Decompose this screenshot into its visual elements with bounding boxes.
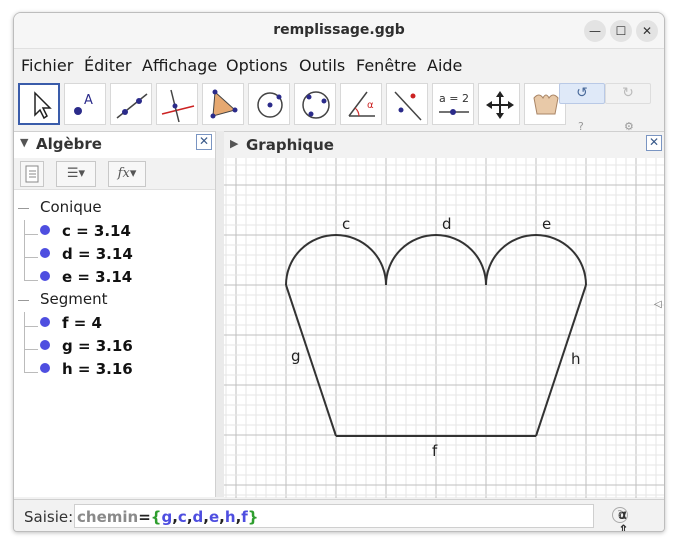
- collapse-conique-icon[interactable]: [18, 208, 29, 219]
- title-bar: remplissage.ggb — ☐ ✕: [14, 13, 664, 49]
- algebra-view: ▼ Algèbre ✕ ☰▾ fx▾ Conique c = 3.14 d = …: [14, 131, 216, 497]
- algebra-title: Algèbre: [36, 135, 102, 153]
- tool-move-graphics[interactable]: [478, 83, 520, 125]
- sort-button[interactable]: ☰▾: [56, 161, 96, 187]
- label-h: h: [571, 350, 581, 368]
- tool-perpendicular[interactable]: [156, 83, 198, 125]
- list-item[interactable]: g = 3.16: [40, 337, 133, 355]
- menu-editer[interactable]: Éditer: [84, 56, 131, 75]
- list-item[interactable]: e = 3.14: [40, 268, 132, 286]
- menu-fichier[interactable]: Fichier: [21, 56, 73, 75]
- menu-fenetre[interactable]: Fenêtre: [356, 56, 417, 75]
- redo-button[interactable]: ↻: [605, 83, 651, 104]
- group-segment[interactable]: Segment: [40, 290, 108, 308]
- graphics-view: ▶ Graphique ✕ c d e g h f: [224, 131, 665, 498]
- auxiliary-objects-button[interactable]: [20, 161, 44, 187]
- visibility-dot-icon[interactable]: [40, 271, 50, 281]
- undo-button[interactable]: ↺: [559, 83, 605, 104]
- visibility-dot-icon[interactable]: [40, 248, 50, 258]
- expand-triangle-icon[interactable]: ▶: [230, 137, 238, 150]
- input-label: Saisie:: [24, 508, 74, 526]
- panel-splitter[interactable]: [216, 131, 224, 497]
- tool-line[interactable]: [110, 83, 152, 125]
- input-bar: Saisie: chemin={g,c,d,e,h,f} α ⇕ ?: [14, 499, 664, 531]
- collapse-triangle-icon[interactable]: ▼: [20, 136, 28, 149]
- menu-affichage[interactable]: Affichage: [142, 56, 217, 75]
- side-panel-arrow-icon[interactable]: ◁: [654, 299, 662, 310]
- circle-three-points-icon: [302, 91, 330, 119]
- menu-bar: Fichier Éditer Affichage Options Outils …: [14, 50, 664, 78]
- tool-polygon[interactable]: [202, 83, 244, 125]
- input-field[interactable]: chemin={g,c,d,e,h,f} α ⇕: [74, 504, 629, 531]
- menu-outils[interactable]: Outils: [299, 56, 345, 75]
- tool-move[interactable]: [18, 83, 60, 125]
- sort-icon: ☰▾: [66, 166, 86, 181]
- algebra-toolbar: ☰▾ fx▾: [14, 158, 215, 190]
- angle-icon: α: [348, 91, 375, 117]
- maximize-button[interactable]: ☐: [610, 20, 632, 42]
- graphics-title: Graphique: [246, 136, 334, 154]
- line-icon: [116, 93, 148, 119]
- label-f: f: [432, 442, 438, 460]
- slider-tool-label: a = 2: [439, 92, 469, 105]
- visibility-dot-icon[interactable]: [40, 340, 50, 350]
- svg-text:A: A: [84, 93, 93, 108]
- document-icon: [25, 165, 39, 183]
- tool-angle[interactable]: α: [340, 83, 382, 125]
- input-text: chemin={g,c,d,e,h,f}: [77, 508, 259, 526]
- tool-slider[interactable]: a = 2: [432, 83, 474, 125]
- geogebra-window: remplissage.ggb — ☐ ✕ Fichier Éditer Aff…: [13, 12, 665, 532]
- tool-reflect[interactable]: [386, 83, 428, 125]
- algebra-header: ▼ Algèbre ✕: [14, 132, 215, 156]
- minimize-button[interactable]: —: [584, 20, 606, 42]
- perpendicular-icon: [161, 89, 195, 123]
- tool-circle-center[interactable]: [248, 83, 290, 125]
- point-icon: A: [74, 93, 93, 115]
- window-title: remplissage.ggb: [273, 22, 405, 38]
- visibility-dot-icon[interactable]: [40, 317, 50, 327]
- label-d: d: [442, 215, 452, 233]
- circle-center-icon: [257, 92, 283, 118]
- move-graphics-icon: [486, 91, 514, 119]
- polygon-icon: [210, 89, 238, 119]
- graphics-canvas[interactable]: c d e g h f: [224, 158, 665, 498]
- fx-label: fx: [117, 166, 130, 181]
- graphics-header: ▶ Graphique ✕: [224, 132, 664, 158]
- list-item[interactable]: h = 3.16: [40, 360, 133, 378]
- reflect-icon: [394, 91, 422, 121]
- visibility-dot-icon[interactable]: [40, 225, 50, 235]
- svg-text:α: α: [367, 100, 374, 111]
- close-button[interactable]: ✕: [636, 20, 658, 42]
- fx-button[interactable]: fx▾: [108, 161, 146, 187]
- move-icon: [34, 91, 52, 120]
- label-e: e: [542, 215, 551, 233]
- slider-icon: a = 2: [439, 92, 469, 115]
- algebra-close-button[interactable]: ✕: [196, 134, 212, 150]
- input-help-icon[interactable]: ?: [612, 507, 628, 523]
- tool-point[interactable]: A: [64, 83, 106, 125]
- list-item[interactable]: f = 4: [40, 314, 102, 332]
- label-c: c: [342, 215, 350, 233]
- group-conique[interactable]: Conique: [40, 198, 102, 216]
- grid: [224, 158, 664, 498]
- collapse-segment-icon[interactable]: [18, 300, 29, 311]
- menu-options[interactable]: Options: [226, 56, 288, 75]
- tool-circle-three-points[interactable]: [294, 83, 336, 125]
- visibility-dot-icon[interactable]: [40, 363, 50, 373]
- label-g: g: [291, 347, 301, 365]
- list-item[interactable]: c = 3.14: [40, 222, 131, 240]
- graphics-close-button[interactable]: ✕: [646, 135, 662, 151]
- list-item[interactable]: d = 3.14: [40, 245, 133, 263]
- menu-aide[interactable]: Aide: [427, 56, 462, 75]
